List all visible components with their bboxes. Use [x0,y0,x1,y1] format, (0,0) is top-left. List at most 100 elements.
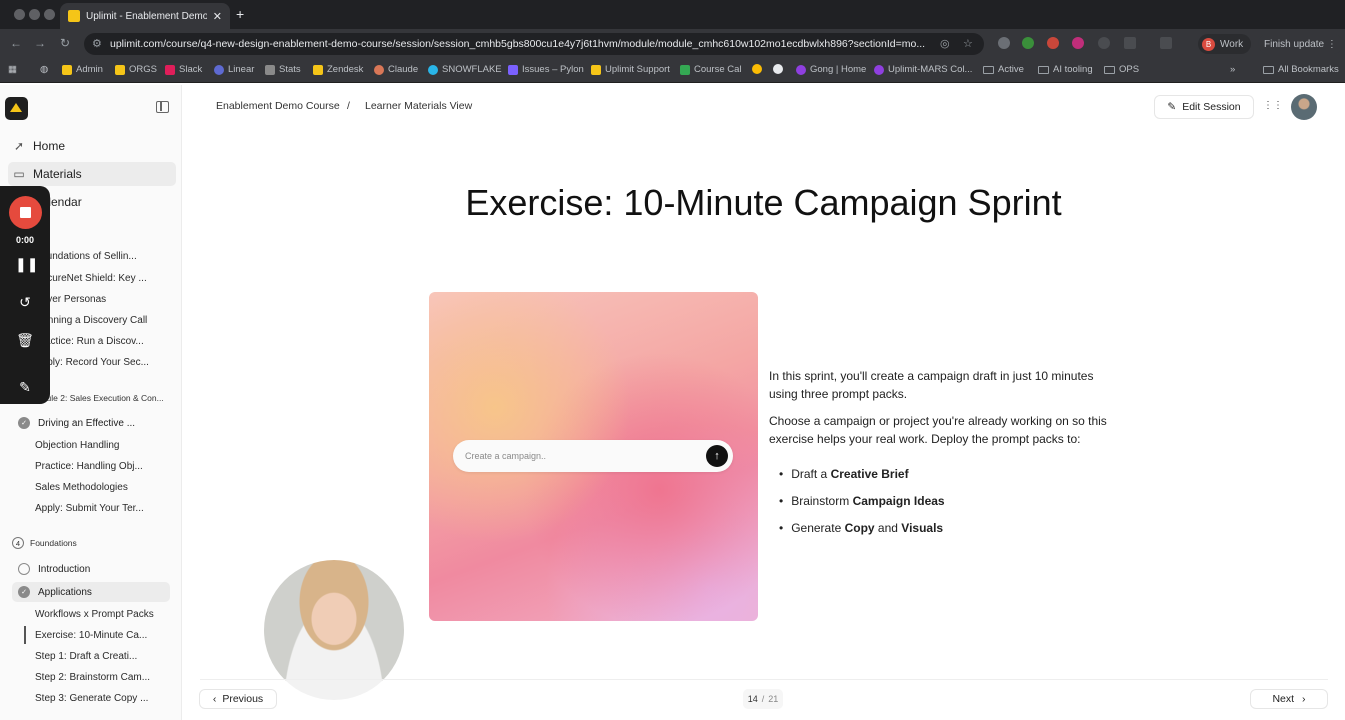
all-bookmarks[interactable]: All Bookmarks [1263,64,1339,75]
forward-icon[interactable]: → [34,36,46,50]
page-total: 21 [768,694,779,704]
current-lesson-indicator [24,626,26,644]
bookmark-folder-ops[interactable]: OPS [1104,64,1139,75]
bookmark-folder-active[interactable]: Active [983,64,1024,75]
module-header[interactable]: 4 Foundations [12,537,77,549]
lesson-item[interactable]: Practice: Handling Obj... [35,461,143,472]
next-button[interactable]: Next › [1250,689,1328,709]
breadcrumb-separator: / [347,100,350,112]
extension-icon[interactable] [1098,37,1110,49]
lesson-item[interactable]: Running a Discovery Call [35,315,147,326]
bookmark-drive-icon[interactable] [752,64,762,74]
nav-materials[interactable]: ▭ Materials [8,162,176,186]
stop-recording-button[interactable] [9,196,42,229]
lesson-item-current[interactable]: Exercise: 10-Minute Ca... [35,630,147,641]
edit-session-button[interactable]: ✎ Edit Session [1154,95,1254,119]
bookmark-slack[interactable]: Slack [165,64,202,75]
pencil-icon: ✎ [1167,101,1177,113]
bookmark-folder-ai-tooling[interactable]: AI tooling [1038,64,1093,75]
lesson-item[interactable]: Foundations of Sellin... [35,251,137,262]
bookmark-course-cal[interactable]: Course Cal [680,64,742,75]
intro-paragraph: In this sprint, you'll create a campaign… [769,369,1094,401]
lesson-item[interactable]: Apply: Submit Your Ter... [35,503,144,514]
avatar[interactable] [1291,94,1317,120]
instructions-paragraph: Choose a campaign or project you're alre… [769,414,1107,446]
trash-icon[interactable]: 🗑 [15,330,35,350]
module-number-icon: 4 [12,537,24,549]
pause-icon[interactable]: ❚❚ [15,254,38,274]
restart-icon[interactable]: ↺ [15,292,35,312]
bookmark-issues-pylon[interactable]: Issues – Pylon [508,64,584,75]
section-item[interactable]: ✓ Driving an Effective ... [12,413,170,433]
window-minimize-button[interactable] [29,9,40,20]
more-options-icon[interactable]: ⋮⋮ [1262,96,1284,118]
edit-session-label: Edit Session [1182,101,1241,113]
extension-icon[interactable] [1072,37,1084,49]
list-item: Generate Copy and Visuals [779,521,943,535]
bookmark-zendesk[interactable]: Zendesk [313,64,363,75]
recording-timer: 0:00 [15,235,34,245]
bookmark-orgs[interactable]: ORGS [115,64,157,75]
collapse-sidebar-icon[interactable] [156,101,169,113]
extension-icon[interactable] [1047,37,1059,49]
extension-icon[interactable] [1022,37,1034,49]
page-title: Exercise: 10-Minute Campaign Sprint [465,182,1062,223]
browser-tab[interactable]: Uplimit - Enablement Demo C ✕ [60,3,230,29]
bookmark-gong[interactable]: Gong | Home [796,64,866,75]
lesson-item[interactable]: Step 1: Draft a Creati... [35,651,137,662]
bookmark-linear[interactable]: Linear [214,64,254,75]
lesson-item[interactable]: Sales Methodologies [35,482,128,493]
bookmark-stats[interactable]: Stats [265,64,301,75]
address-bar[interactable]: ⚙ uplimit.com/course/q4-new-design-enabl… [84,33,984,55]
bookmark-snowflake[interactable]: SNOWFLAKE [428,64,502,75]
lesson-item[interactable]: Step 3: Generate Copy ... [35,693,148,704]
bookmark-admin[interactable]: Admin [62,64,103,75]
previous-button[interactable]: ‹ Previous [199,689,277,709]
lens-icon[interactable]: ◎ [940,37,950,50]
lesson-item[interactable]: Workflows x Prompt Packs [35,609,154,620]
bookmark-uplimit-mars[interactable]: Uplimit-MARS Col... [874,64,972,75]
profile-label: Work [1220,38,1244,50]
lesson-item[interactable]: SecureNet Shield: Key ... [35,273,147,284]
extensions-puzzle-icon[interactable] [1124,37,1136,49]
bookmark-claude[interactable]: Claude [374,64,418,75]
reload-icon[interactable]: ↻ [60,36,70,50]
campaign-search-mock: Create a campaign.. ↑ [453,440,733,472]
section-item-introduction[interactable]: Introduction [12,559,170,579]
uplimit-logo[interactable] [5,97,28,120]
browser-toolbar: ← → ↻ ⚙ uplimit.com/course/q4-new-design… [0,29,1345,59]
profile-avatar: B [1202,37,1215,51]
bookmark-uplimit-support[interactable]: Uplimit Support [591,64,670,75]
bookmark-globe-icon[interactable]: ◍ [40,64,48,75]
breadcrumb-course[interactable]: Enablement Demo Course [216,100,340,112]
lesson-item[interactable]: Apply: Record Your Sec... [35,357,149,368]
window-zoom-button[interactable] [44,9,55,20]
site-info-icon[interactable]: ⚙ [92,37,102,50]
bookmark-github-icon[interactable] [773,64,783,74]
bookmarks-overflow-icon[interactable]: » [1230,64,1235,75]
lesson-item[interactable]: Practice: Run a Discov... [35,336,144,347]
new-tab-icon[interactable]: + [236,6,244,22]
window-close-button[interactable] [14,9,25,20]
bookmarks-bar: ▦ ◍ Admin ORGS Slack Linear Stats Zendes… [0,59,1345,83]
draw-pen-icon[interactable]: ✎ [15,377,35,397]
apps-grid-icon[interactable]: ▦ [8,64,17,75]
lesson-item[interactable]: Step 2: Brainstorm Cam... [35,672,150,683]
tab-close-icon[interactable]: ✕ [213,10,222,23]
back-icon[interactable]: ← [10,36,22,50]
extension-icon[interactable] [998,37,1010,49]
list-item: Brainstorm Campaign Ideas [779,494,944,508]
lesson-item[interactable]: Objection Handling [35,440,120,451]
send-arrow-icon: ↑ [706,445,728,467]
chevron-left-icon: ‹ [212,693,217,705]
section-item-applications[interactable]: ✓ Applications [12,582,170,602]
bookmark-star-icon[interactable]: ☆ [963,37,973,50]
profile-button[interactable]: B Work [1198,34,1252,54]
list-item: Draft a Creative Brief [779,467,908,481]
nav-home[interactable]: ➚ Home [8,134,176,158]
sidepanel-icon[interactable] [1160,37,1172,49]
incomplete-circle-icon [18,563,30,575]
checkmark-icon: ✓ [18,417,30,429]
finish-update-button[interactable]: Finish update ⋮ [1258,34,1343,54]
browser-tab-bar: Uplimit - Enablement Demo C ✕ + [0,0,1345,29]
